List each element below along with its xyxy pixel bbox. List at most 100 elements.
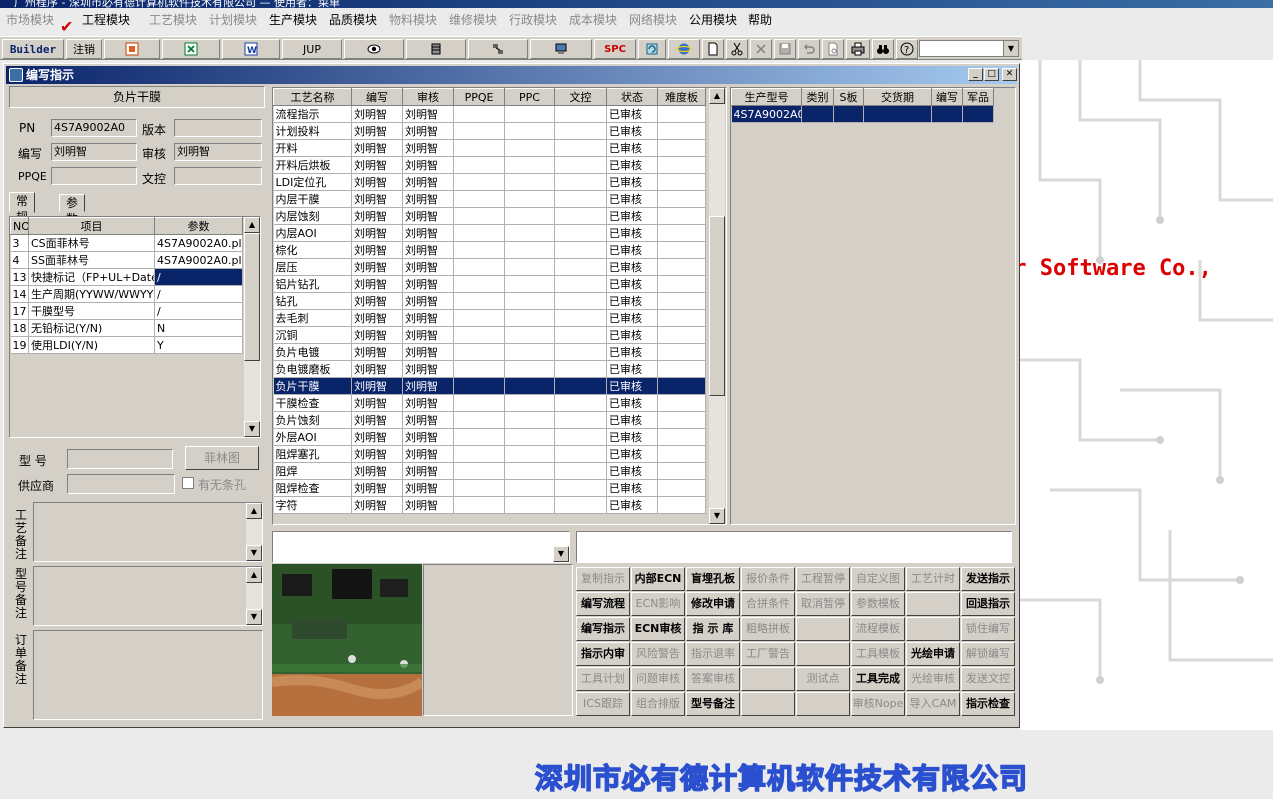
supplier-field[interactable] xyxy=(67,474,175,494)
scroll-down-icon[interactable]: ▼ xyxy=(709,508,725,524)
process-row[interactable]: 阻焊检查 刘明智 刘明智 已审核 xyxy=(273,479,706,497)
table-cell[interactable]: 已审核 xyxy=(606,258,658,276)
memo1-scrollbar[interactable]: ▲ ▼ xyxy=(246,503,262,561)
table-cell[interactable]: 刘明智 xyxy=(351,496,403,514)
process-row[interactable]: 层压 刘明智 刘明智 已审核 xyxy=(273,258,706,276)
table-cell[interactable]: 无铅标记(Y/N) xyxy=(28,319,155,337)
action-button[interactable]: 锁住编写 xyxy=(961,617,1015,641)
menu-item[interactable]: 工艺模块 xyxy=(149,11,197,28)
table-cell[interactable]: 刘明智 xyxy=(402,309,454,327)
table-cell[interactable] xyxy=(504,224,555,242)
table-cell[interactable]: 已审核 xyxy=(606,462,658,480)
eye-button[interactable] xyxy=(344,39,404,59)
table-cell[interactable]: 已审核 xyxy=(606,224,658,242)
table-cell[interactable]: LDI定位孔 xyxy=(273,173,352,191)
column-header[interactable]: 类别 xyxy=(801,88,834,106)
table-cell[interactable]: 已审核 xyxy=(606,394,658,412)
table-cell[interactable]: 刘明智 xyxy=(402,241,454,259)
minimize-button[interactable]: _ xyxy=(968,68,983,81)
action-button[interactable]: 答案审核 xyxy=(686,667,740,691)
table-cell[interactable]: 内层蚀刻 xyxy=(273,207,352,225)
table-cell[interactable]: 内层干膜 xyxy=(273,190,352,208)
process-row[interactable]: 负片电镀 刘明智 刘明智 已审核 xyxy=(273,343,706,361)
table-cell[interactable]: 已审核 xyxy=(606,190,658,208)
process-row[interactable]: 字符 刘明智 刘明智 已审核 xyxy=(273,496,706,514)
column-header[interactable]: 审核 xyxy=(402,88,454,106)
table-cell[interactable] xyxy=(554,292,607,310)
table-cell[interactable]: 17 xyxy=(10,302,29,320)
table-cell[interactable] xyxy=(554,462,607,480)
table-cell[interactable]: N xyxy=(154,319,243,337)
table-cell[interactable]: 14 xyxy=(10,285,29,303)
table-cell[interactable]: 刘明智 xyxy=(402,360,454,378)
table-cell[interactable]: 干膜型号 xyxy=(28,302,155,320)
network-button[interactable] xyxy=(468,39,528,59)
table-cell[interactable] xyxy=(554,241,607,259)
table-cell[interactable] xyxy=(453,462,505,480)
table-cell[interactable] xyxy=(657,428,706,446)
table-cell[interactable] xyxy=(657,479,706,497)
table-cell[interactable] xyxy=(504,411,555,429)
model-row[interactable]: 4S7A9002A0 xyxy=(731,105,994,123)
table-cell[interactable]: 阻焊塞孔 xyxy=(273,445,352,463)
action-button[interactable]: 盲埋孔板 xyxy=(686,567,740,591)
table-cell[interactable]: 已审核 xyxy=(606,445,658,463)
close-button[interactable]: ✕ xyxy=(1002,68,1017,81)
table-cell[interactable]: 13 xyxy=(10,268,29,286)
scroll-up-icon[interactable]: ▲ xyxy=(246,503,262,519)
process-row[interactable]: 负片蚀刻 刘明智 刘明智 已审核 xyxy=(273,411,706,429)
table-cell[interactable] xyxy=(453,258,505,276)
table-cell[interactable] xyxy=(453,173,505,191)
action-button[interactable]: 问题审核 xyxy=(631,667,685,691)
action-button[interactable]: 粗略拼板 xyxy=(741,617,795,641)
table-cell[interactable] xyxy=(453,411,505,429)
param-row[interactable]: 13 快捷标记（FP+UL+DateC / xyxy=(10,268,243,286)
table-cell[interactable]: 内层AOI xyxy=(273,224,352,242)
menu-item[interactable]: 计划模块 xyxy=(209,11,257,28)
column-header[interactable]: PPQE xyxy=(453,88,505,106)
scroll-down-icon[interactable]: ▼ xyxy=(244,421,260,437)
powerpoint-button[interactable] xyxy=(104,39,160,59)
action-button[interactable]: 光绘审核 xyxy=(906,667,960,691)
table-cell[interactable]: / xyxy=(154,268,243,286)
table-cell[interactable] xyxy=(657,462,706,480)
table-cell[interactable]: 已审核 xyxy=(606,122,658,140)
action-button[interactable]: 解锁编写 xyxy=(961,642,1015,666)
action-button[interactable] xyxy=(741,692,795,716)
table-cell[interactable]: SS面菲林号 xyxy=(28,251,155,269)
table-cell[interactable]: 刘明智 xyxy=(351,224,403,242)
action-button[interactable]: 合拼条件 xyxy=(741,592,795,616)
table-cell[interactable]: 已审核 xyxy=(606,360,658,378)
table-cell[interactable]: 刘明智 xyxy=(351,105,403,123)
table-cell[interactable]: 开料 xyxy=(273,139,352,157)
table-cell[interactable] xyxy=(453,309,505,327)
process-row[interactable]: 内层干膜 刘明智 刘明智 已审核 xyxy=(273,190,706,208)
table-cell[interactable] xyxy=(504,190,555,208)
table-cell[interactable]: 刘明智 xyxy=(351,343,403,361)
table-cell[interactable] xyxy=(657,258,706,276)
table-cell[interactable] xyxy=(554,360,607,378)
table-cell[interactable] xyxy=(657,139,706,157)
tab-params[interactable]: 参数 xyxy=(59,194,86,226)
table-cell[interactable] xyxy=(453,105,505,123)
process-row[interactable]: 内层AOI 刘明智 刘明智 已审核 xyxy=(273,224,706,242)
table-cell[interactable] xyxy=(453,377,505,395)
menu-item[interactable]: 物料模块 xyxy=(389,11,437,28)
action-button[interactable]: 指示内审 xyxy=(576,642,630,666)
table-cell[interactable] xyxy=(554,377,607,395)
builder-button[interactable]: Builder xyxy=(2,39,64,59)
action-button[interactable]: 工厂警告 xyxy=(741,642,795,666)
table-cell[interactable]: 刘明智 xyxy=(402,190,454,208)
column-header[interactable]: 编写 xyxy=(351,88,403,106)
process-row[interactable]: 开料 刘明智 刘明智 已审核 xyxy=(273,139,706,157)
table-cell[interactable]: 已审核 xyxy=(606,326,658,344)
table-cell[interactable] xyxy=(657,173,706,191)
table-cell[interactable]: 快捷标记（FP+UL+DateC xyxy=(28,268,155,286)
table-cell[interactable] xyxy=(554,428,607,446)
table-cell[interactable] xyxy=(453,479,505,497)
table-cell[interactable] xyxy=(657,496,706,514)
action-button[interactable]: 取消暂停 xyxy=(796,592,850,616)
table-cell[interactable]: 刘明智 xyxy=(351,207,403,225)
table-cell[interactable]: 已审核 xyxy=(606,173,658,191)
table-cell[interactable] xyxy=(657,411,706,429)
